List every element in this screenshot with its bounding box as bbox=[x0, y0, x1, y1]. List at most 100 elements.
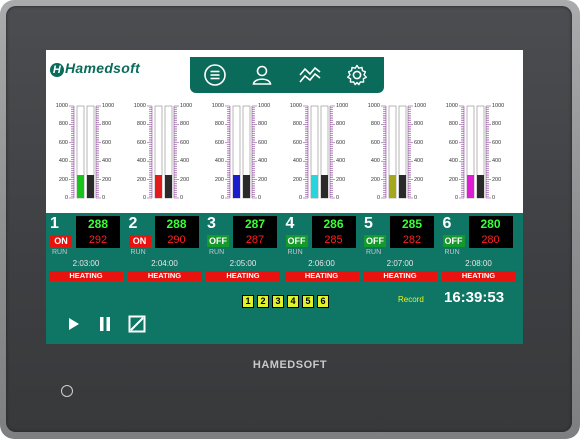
channel-5[interactable]: 5 285 282 OFF RUN 2:07:00 HEATING bbox=[362, 215, 438, 285]
page-button-5[interactable]: 5 bbox=[302, 295, 314, 308]
logo-text: Hamedsoft bbox=[65, 60, 141, 76]
scale-label: 400 bbox=[180, 158, 190, 165]
record-label: Record bbox=[398, 295, 424, 304]
scale-label: 600 bbox=[180, 139, 190, 146]
scale-label: 0 bbox=[258, 195, 262, 201]
gauge-3: 1000 1000 800 800 600 600 400 400 200 200 0 0 bbox=[202, 100, 280, 208]
scale-label: 600 bbox=[58, 139, 68, 146]
play-icon[interactable] bbox=[62, 313, 84, 335]
channel-2[interactable]: 2 288 290 ON RUN 2:04:00 HEATING bbox=[127, 215, 203, 285]
output-state-badge[interactable]: ON bbox=[50, 235, 72, 247]
page-button-1[interactable]: 1 bbox=[242, 295, 254, 308]
elapsed-time: 2:05:00 bbox=[229, 259, 257, 268]
heating-status-badge: HEATING bbox=[206, 271, 280, 281]
scale-label: 600 bbox=[258, 139, 268, 146]
scale-label: 1000 bbox=[492, 103, 505, 109]
scale-label: 1000 bbox=[445, 103, 458, 109]
stop-icon[interactable] bbox=[126, 313, 148, 335]
scale-label: 0 bbox=[336, 195, 340, 201]
channel-panel: 1 288 292 ON RUN 2:03:00 HEATING 2 288 290 ON RUN 2:… bbox=[46, 213, 523, 344]
scale-label: 600 bbox=[214, 139, 224, 146]
channel-number: 6 bbox=[442, 215, 452, 232]
output-state-badge[interactable]: OFF bbox=[285, 235, 308, 247]
scale-label: 0 bbox=[454, 195, 458, 201]
gauge-svg bbox=[303, 105, 335, 199]
scale-label: 600 bbox=[370, 139, 380, 146]
scale-label: 0 bbox=[492, 195, 496, 201]
gauge-5: 1000 1000 800 800 600 600 400 400 200 200 0 0 bbox=[358, 100, 436, 208]
menu-icon[interactable] bbox=[203, 63, 227, 87]
scale-label: 800 bbox=[336, 121, 346, 128]
run-status: RUN bbox=[209, 249, 225, 256]
channel-3[interactable]: 3 287 287 OFF RUN 2:05:00 HEATING bbox=[205, 215, 281, 285]
channel-1[interactable]: 1 288 292 ON RUN 2:03:00 HEATING bbox=[48, 215, 124, 285]
page-button-6[interactable]: 6 bbox=[317, 295, 329, 308]
scale-label: 0 bbox=[64, 195, 68, 201]
scale-label: 200 bbox=[214, 176, 224, 183]
scale-label: 200 bbox=[58, 176, 68, 183]
scale-label: 400 bbox=[102, 158, 112, 165]
run-status: RUN bbox=[287, 249, 303, 256]
setpoint-value: 288 bbox=[166, 217, 187, 231]
trend-icon[interactable] bbox=[298, 63, 322, 87]
gear-icon[interactable] bbox=[345, 63, 369, 87]
scale-label: 400 bbox=[370, 158, 380, 165]
page-button-3[interactable]: 3 bbox=[272, 295, 284, 308]
setpoint-fill bbox=[477, 175, 484, 198]
run-status: RUN bbox=[444, 249, 460, 256]
scale-label: 600 bbox=[102, 139, 112, 146]
setpoint-fill bbox=[165, 175, 172, 198]
gauge-1: 1000 1000 800 800 600 600 400 400 200 200 0 0 bbox=[46, 100, 124, 208]
scale-label: 1000 bbox=[180, 103, 193, 109]
scale-label: 600 bbox=[448, 139, 458, 146]
scale-label: 1000 bbox=[336, 103, 349, 109]
output-state-badge[interactable]: OFF bbox=[364, 235, 386, 247]
scale-label: 0 bbox=[220, 195, 224, 201]
user-icon[interactable] bbox=[250, 63, 274, 87]
setpoint-value: 288 bbox=[87, 217, 109, 231]
value-box: 280 280 bbox=[468, 216, 513, 248]
process-value: 292 bbox=[88, 234, 108, 246]
page-selector: 123456 bbox=[242, 291, 332, 309]
scale-label: 1000 bbox=[102, 103, 115, 109]
value-box: 287 287 bbox=[233, 216, 277, 248]
output-state-badge[interactable]: OFF bbox=[207, 235, 229, 247]
pause-icon[interactable] bbox=[94, 313, 116, 335]
channel-4[interactable]: 4 286 285 OFF RUN 2:06:00 HEATING bbox=[284, 215, 360, 285]
scale-label: 800 bbox=[448, 121, 458, 128]
scale-label: 0 bbox=[102, 195, 106, 201]
output-state-badge[interactable]: OFF bbox=[442, 235, 465, 247]
scale-label: 800 bbox=[180, 121, 190, 128]
clock: 16:39:53 bbox=[444, 289, 505, 306]
scale-label: 200 bbox=[102, 176, 112, 183]
thermometer-fill bbox=[155, 175, 162, 198]
channel-number: 3 bbox=[207, 215, 216, 232]
scale-label: 400 bbox=[292, 158, 302, 165]
scale-label: 1000 bbox=[258, 103, 271, 109]
scale-label: 400 bbox=[492, 158, 502, 165]
thermometer-fill bbox=[467, 175, 474, 198]
channel-6[interactable]: 6 280 280 OFF RUN 2:08:00 HEATING bbox=[441, 215, 517, 285]
process-value: 290 bbox=[167, 234, 186, 246]
scale-label: 0 bbox=[298, 195, 302, 201]
scale-label: 0 bbox=[376, 195, 380, 201]
gauge-svg bbox=[225, 105, 257, 199]
setpoint-fill bbox=[399, 175, 406, 198]
scale-label: 0 bbox=[180, 195, 184, 201]
gauge-svg bbox=[69, 105, 101, 199]
elapsed-time: 2:04:00 bbox=[151, 259, 178, 268]
scale-label: 200 bbox=[336, 176, 346, 183]
output-state-badge[interactable]: ON bbox=[128, 235, 151, 247]
page-button-4[interactable]: 4 bbox=[287, 295, 299, 308]
brand-logo: H Hamedsoft bbox=[50, 60, 140, 77]
scale-label: 1000 bbox=[289, 103, 302, 109]
channel-number: 2 bbox=[128, 215, 138, 232]
process-value: 280 bbox=[481, 234, 500, 246]
scale-label: 800 bbox=[258, 121, 268, 128]
scale-label: 600 bbox=[492, 139, 502, 146]
scale-label: 600 bbox=[136, 139, 146, 146]
scale-label: 1000 bbox=[211, 103, 224, 109]
value-box: 288 290 bbox=[154, 216, 199, 248]
power-led bbox=[61, 385, 73, 397]
page-button-2[interactable]: 2 bbox=[257, 295, 269, 308]
